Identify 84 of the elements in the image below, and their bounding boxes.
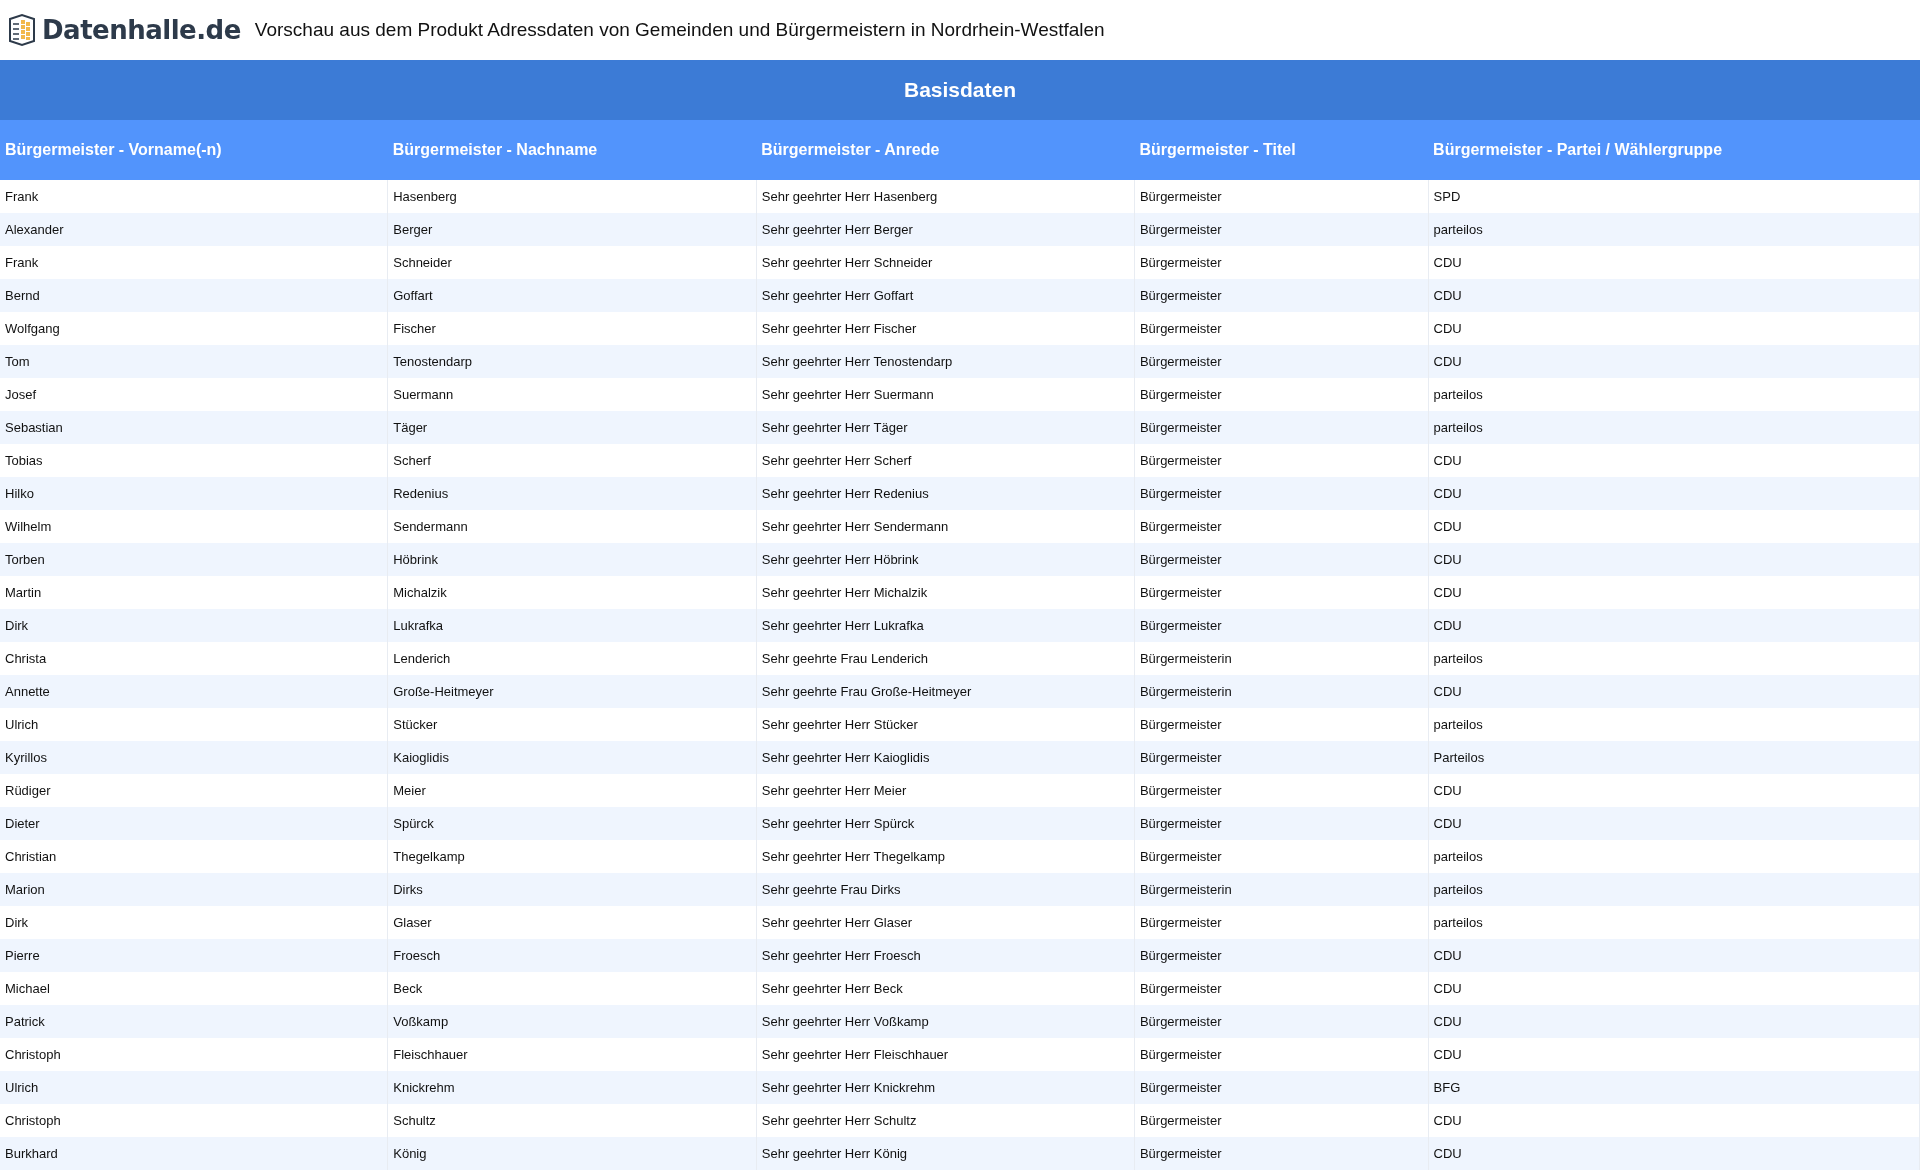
table-cell: Bürgermeister: [1134, 609, 1429, 642]
table-cell: Annette: [0, 675, 388, 708]
table-cell: Bürgermeister: [1134, 807, 1429, 840]
column-header: Bürgermeister - Anrede: [756, 120, 1135, 180]
table-cell: Patrick: [0, 1005, 388, 1038]
table-cell: Bürgermeister: [1134, 741, 1429, 774]
table-cell: Spürck: [387, 807, 757, 840]
table-cell: Parteilos: [1428, 741, 1920, 774]
table-cell: Burkhard: [0, 1137, 388, 1170]
table-cell: Pierre: [0, 939, 388, 972]
table-cell: Hilko: [0, 477, 388, 510]
table-cell: Sehr geehrter Herr Goffart: [756, 279, 1135, 312]
table-cell: CDU: [1428, 675, 1920, 708]
table-cell: CDU: [1428, 543, 1920, 576]
table-cell: Bürgermeisterin: [1134, 675, 1429, 708]
table-cell: Voßkamp: [387, 1005, 757, 1038]
table-cell: Redenius: [387, 477, 757, 510]
table-cell: Bürgermeister: [1134, 411, 1429, 444]
table-cell: Bürgermeister: [1134, 543, 1429, 576]
table-cell: Berger: [387, 213, 757, 246]
column-header: Bürgermeister - Titel: [1134, 120, 1429, 180]
table-cell: CDU: [1428, 279, 1920, 312]
table-cell: BFG: [1428, 1071, 1920, 1104]
table-cell: Bürgermeister: [1134, 1005, 1429, 1038]
table-cell: Sebastian: [0, 411, 388, 444]
table-cell: Kaioglidis: [387, 741, 757, 774]
column-header: Bürgermeister - Nachname: [387, 120, 757, 180]
table-cell: Dirks: [387, 873, 757, 906]
table-cell: CDU: [1428, 1005, 1920, 1038]
table-cell: CDU: [1428, 477, 1920, 510]
table-cell: Sehr geehrter Herr Knickrehm: [756, 1071, 1135, 1104]
page-title: Vorschau aus dem Produkt Adressdaten von Gemeinden und Bürgermeistern in Nordrhein-Westfalen: [254, 17, 1105, 42]
table-cell: Kyrillos: [0, 741, 388, 774]
table-cell: Bürgermeisterin: [1134, 873, 1429, 906]
table-cell: CDU: [1428, 1137, 1920, 1170]
table-cell: Tom: [0, 345, 388, 378]
table-cell: Torben: [0, 543, 388, 576]
table-cell: Sehr geehrter Herr Tenostendarp: [756, 345, 1135, 378]
table-cell: Bürgermeister: [1134, 1071, 1429, 1104]
table-cell: CDU: [1428, 807, 1920, 840]
table-cell: Bürgermeister: [1134, 345, 1429, 378]
table-cell: Sehr geehrter Herr Spürck: [756, 807, 1135, 840]
table-cell: Lukrafka: [387, 609, 757, 642]
table-cell: Sehr geehrte Frau Große-Heitmeyer: [756, 675, 1135, 708]
section-title: Basisdaten: [0, 60, 1920, 120]
table-cell: König: [387, 1137, 757, 1170]
table-cell: Sehr geehrter Herr Täger: [756, 411, 1135, 444]
table-cell: CDU: [1428, 939, 1920, 972]
table-cell: Dieter: [0, 807, 388, 840]
table-cell: Bürgermeister: [1134, 279, 1429, 312]
table-cell: Sehr geehrte Frau Dirks: [756, 873, 1135, 906]
table-cell: Sehr geehrter Herr Kaioglidis: [756, 741, 1135, 774]
table-cell: Marion: [0, 873, 388, 906]
table-cell: Sehr geehrter Herr Redenius: [756, 477, 1135, 510]
table-cell: Goffart: [387, 279, 757, 312]
table-cell: Knickrehm: [387, 1071, 757, 1104]
table-cell: Sehr geehrter Herr Froesch: [756, 939, 1135, 972]
table-cell: CDU: [1428, 609, 1920, 642]
table-cell: Bernd: [0, 279, 388, 312]
table-cell: Sehr geehrter Herr Berger: [756, 213, 1135, 246]
table-cell: Dirk: [0, 609, 388, 642]
table-cell: Sehr geehrter Herr Höbrink: [756, 543, 1135, 576]
table-cell: Große-Heitmeyer: [387, 675, 757, 708]
column-header: Bürgermeister - Vorname(-n): [0, 120, 388, 180]
table-cell: Sehr geehrter Herr Lukrafka: [756, 609, 1135, 642]
table-cell: Bürgermeister: [1134, 939, 1429, 972]
table-cell: Froesch: [387, 939, 757, 972]
table-cell: parteilos: [1428, 213, 1920, 246]
table-cell: Tenostendarp: [387, 345, 757, 378]
table-cell: CDU: [1428, 345, 1920, 378]
table-cell: Bürgermeister: [1134, 1137, 1429, 1170]
table-cell: parteilos: [1428, 873, 1920, 906]
column-header: Bürgermeister - Partei / Wählergruppe: [1428, 120, 1920, 180]
table-cell: Sehr geehrter Herr Voßkamp: [756, 1005, 1135, 1038]
table-cell: Bürgermeister: [1134, 213, 1429, 246]
table-cell: Sehr geehrter Herr König: [756, 1137, 1135, 1170]
server-logo-icon: [6, 13, 38, 47]
table-cell: Ulrich: [0, 1071, 388, 1104]
table-cell: Alexander: [0, 213, 388, 246]
table-cell: Bürgermeister: [1134, 477, 1429, 510]
table-cell: Täger: [387, 411, 757, 444]
logo-text[interactable]: Datenhalle.de: [42, 10, 241, 50]
table-cell: parteilos: [1428, 411, 1920, 444]
table-cell: Höbrink: [387, 543, 757, 576]
